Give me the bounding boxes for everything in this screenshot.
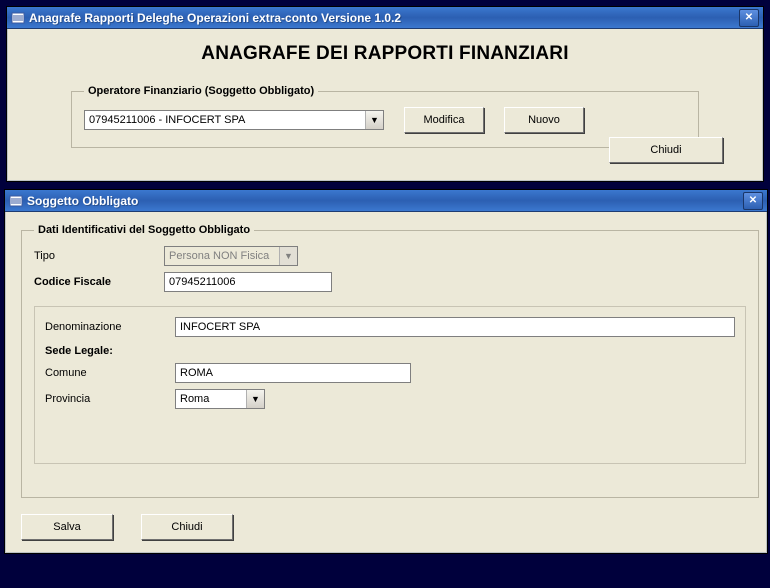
- tipo-combo: Persona NON Fisica ▼: [164, 246, 298, 266]
- soggetto-client: Dati Identificativi del Soggetto Obbliga…: [7, 212, 765, 551]
- close-icon: ✕: [745, 13, 753, 23]
- main-chiudi-button[interactable]: Chiudi: [609, 137, 723, 163]
- salva-button-label: Salva: [53, 521, 81, 533]
- dati-group: Dati Identificativi del Soggetto Obbliga…: [21, 224, 759, 498]
- comune-input-value: ROMA: [180, 367, 213, 379]
- tipo-label: Tipo: [34, 250, 164, 262]
- operator-group-legend: Operatore Finanziario (Soggetto Obbligat…: [84, 85, 318, 97]
- cf-label: Codice Fiscale: [34, 276, 164, 288]
- soggetto-chiudi-button-label: Chiudi: [171, 521, 202, 533]
- soggetto-titlebar: Soggetto Obbligato ✕: [5, 190, 767, 212]
- dati-group-legend: Dati Identificativi del Soggetto Obbliga…: [34, 224, 254, 236]
- nuovo-button[interactable]: Nuovo: [504, 107, 584, 133]
- main-title: Anagrafe Rapporti Deleghe Operazioni ext…: [29, 11, 739, 25]
- modifica-button[interactable]: Modifica: [404, 107, 484, 133]
- modifica-button-label: Modifica: [424, 114, 465, 126]
- operator-combo-value: 07945211006 - INFOCERT SPA: [85, 111, 365, 129]
- provincia-row: Provincia Roma ▼: [45, 389, 735, 409]
- comune-row: Comune ROMA: [45, 363, 735, 383]
- operator-combo[interactable]: 07945211006 - INFOCERT SPA ▼: [84, 110, 384, 130]
- cf-row: Codice Fiscale 07945211006: [34, 272, 746, 292]
- provincia-combo-dropdown[interactable]: ▼: [246, 390, 264, 408]
- operator-combo-dropdown[interactable]: ▼: [365, 111, 383, 129]
- main-close-button[interactable]: ✕: [739, 9, 759, 27]
- tipo-combo-dropdown: ▼: [279, 247, 297, 265]
- comune-input[interactable]: ROMA: [175, 363, 411, 383]
- dialog-icon: [9, 194, 23, 208]
- soggetto-chiudi-button[interactable]: Chiudi: [141, 514, 233, 540]
- chevron-down-icon: ▼: [370, 116, 379, 125]
- main-chiudi-button-label: Chiudi: [650, 144, 681, 156]
- cf-input[interactable]: 07945211006: [164, 272, 332, 292]
- provincia-combo[interactable]: Roma ▼: [175, 389, 265, 409]
- soggetto-bottom-buttons: Salva Chiudi: [21, 514, 751, 540]
- denominazione-input[interactable]: INFOCERT SPA: [175, 317, 735, 337]
- denominazione-label: Denominazione: [45, 321, 175, 333]
- address-box: Denominazione INFOCERT SPA Sede Legale: …: [34, 306, 746, 464]
- main-titlebar: Anagrafe Rapporti Deleghe Operazioni ext…: [7, 7, 763, 29]
- provincia-combo-value: Roma: [176, 390, 246, 408]
- soggetto-inner: Dati Identificativi del Soggetto Obbliga…: [21, 224, 751, 498]
- chiudi-wrap: Chiudi: [609, 137, 723, 163]
- operator-section: Operatore Finanziario (Soggetto Obbligat…: [71, 85, 699, 148]
- nuovo-button-label: Nuovo: [528, 114, 560, 126]
- tipo-row: Tipo Persona NON Fisica ▼: [34, 246, 746, 266]
- denominazione-input-value: INFOCERT SPA: [180, 321, 260, 333]
- denominazione-row: Denominazione INFOCERT SPA: [45, 317, 735, 337]
- chevron-down-icon: ▼: [251, 395, 260, 404]
- app-icon: [11, 11, 25, 25]
- soggetto-title: Soggetto Obbligato: [27, 194, 743, 208]
- close-icon: ✕: [749, 196, 757, 206]
- soggetto-window: Soggetto Obbligato ✕ Dati Identificativi…: [4, 189, 768, 554]
- tipo-combo-value: Persona NON Fisica: [165, 247, 279, 265]
- chevron-down-icon: ▼: [284, 252, 293, 261]
- operator-row: 07945211006 - INFOCERT SPA ▼ Modifica Nu…: [84, 107, 686, 133]
- provincia-label: Provincia: [45, 393, 175, 405]
- salva-button[interactable]: Salva: [21, 514, 113, 540]
- cf-input-value: 07945211006: [169, 276, 235, 288]
- soggetto-close-button[interactable]: ✕: [743, 192, 763, 210]
- main-window: Anagrafe Rapporti Deleghe Operazioni ext…: [6, 6, 764, 182]
- page-title: ANAGRAFE DEI RAPPORTI FINANZIARI: [9, 43, 761, 65]
- comune-label: Comune: [45, 367, 175, 379]
- main-client: ANAGRAFE DEI RAPPORTI FINANZIARI Operato…: [9, 29, 761, 179]
- sede-legale-label: Sede Legale:: [45, 345, 735, 357]
- operator-group: Operatore Finanziario (Soggetto Obbligat…: [71, 85, 699, 148]
